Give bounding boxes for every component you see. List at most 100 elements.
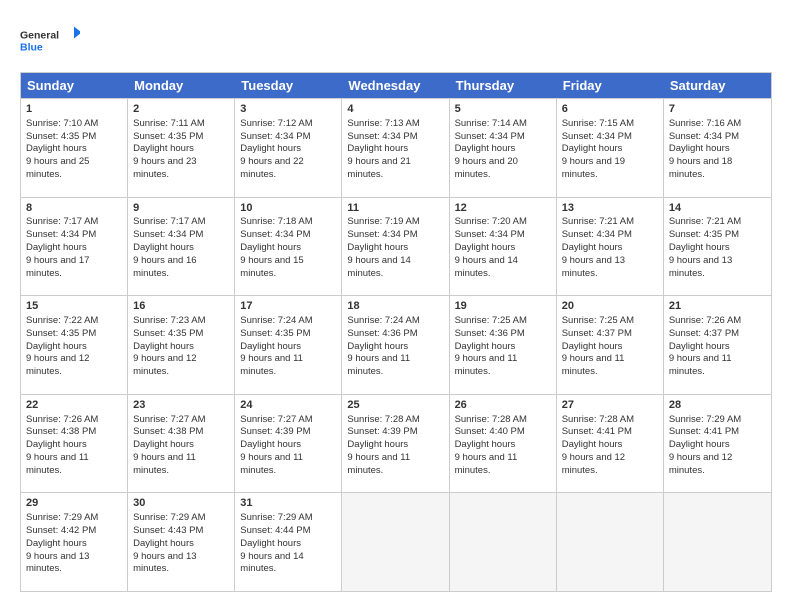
sunrise-label: Sunrise: 7:19 AM — [347, 216, 419, 227]
daylight-label: Daylight hours — [669, 439, 730, 450]
daylight-value: 9 hours and 13 minutes. — [562, 255, 625, 279]
sunrise-label: Sunrise: 7:28 AM — [455, 414, 527, 425]
daylight-value: 9 hours and 14 minutes. — [240, 551, 303, 575]
daylight-value: 9 hours and 11 minutes. — [133, 452, 196, 476]
table-row — [450, 493, 557, 591]
sunrise-label: Sunrise: 7:26 AM — [669, 315, 741, 326]
daylight-label: Daylight hours — [669, 341, 730, 352]
daylight-label: Daylight hours — [455, 143, 516, 154]
daylight-value: 9 hours and 19 minutes. — [562, 156, 625, 180]
daylight-label: Daylight hours — [240, 143, 301, 154]
sunset-label: Sunset: 4:38 PM — [133, 426, 203, 437]
daylight-value: 9 hours and 12 minutes. — [133, 353, 196, 377]
sunset-label: Sunset: 4:34 PM — [26, 229, 96, 240]
sunrise-label: Sunrise: 7:11 AM — [133, 118, 205, 129]
week-row-2: 8 Sunrise: 7:17 AM Sunset: 4:34 PM Dayli… — [21, 197, 771, 296]
daylight-value: 9 hours and 15 minutes. — [240, 255, 303, 279]
day-number: 17 — [240, 299, 336, 314]
sunrise-label: Sunrise: 7:10 AM — [26, 118, 98, 129]
daylight-label: Daylight hours — [133, 143, 194, 154]
table-row: 9 Sunrise: 7:17 AM Sunset: 4:34 PM Dayli… — [128, 198, 235, 296]
sunset-label: Sunset: 4:35 PM — [669, 229, 739, 240]
day-number: 7 — [669, 102, 766, 117]
daylight-value: 9 hours and 14 minutes. — [347, 255, 410, 279]
header-day-thursday: Thursday — [450, 73, 557, 98]
sunrise-label: Sunrise: 7:13 AM — [347, 118, 419, 129]
table-row: 7 Sunrise: 7:16 AM Sunset: 4:34 PM Dayli… — [664, 99, 771, 197]
table-row: 20 Sunrise: 7:25 AM Sunset: 4:37 PM Dayl… — [557, 296, 664, 394]
daylight-value: 9 hours and 21 minutes. — [347, 156, 410, 180]
table-row: 22 Sunrise: 7:26 AM Sunset: 4:38 PM Dayl… — [21, 395, 128, 493]
daylight-value: 9 hours and 13 minutes. — [133, 551, 196, 575]
header-day-sunday: Sunday — [21, 73, 128, 98]
sunset-label: Sunset: 4:34 PM — [347, 131, 417, 142]
sunset-label: Sunset: 4:43 PM — [133, 525, 203, 536]
sunrise-label: Sunrise: 7:29 AM — [133, 512, 205, 523]
day-number: 4 — [347, 102, 443, 117]
day-number: 22 — [26, 398, 122, 413]
day-number: 24 — [240, 398, 336, 413]
sunset-label: Sunset: 4:34 PM — [455, 131, 525, 142]
daylight-value: 9 hours and 23 minutes. — [133, 156, 196, 180]
daylight-value: 9 hours and 11 minutes. — [347, 353, 410, 377]
daylight-label: Daylight hours — [669, 242, 730, 253]
day-number: 2 — [133, 102, 229, 117]
sunset-label: Sunset: 4:35 PM — [26, 131, 96, 142]
table-row: 10 Sunrise: 7:18 AM Sunset: 4:34 PM Dayl… — [235, 198, 342, 296]
day-number: 14 — [669, 201, 766, 216]
day-number: 28 — [669, 398, 766, 413]
daylight-value: 9 hours and 11 minutes. — [669, 353, 732, 377]
sunset-label: Sunset: 4:34 PM — [669, 131, 739, 142]
day-number: 11 — [347, 201, 443, 216]
sunrise-label: Sunrise: 7:26 AM — [26, 414, 98, 425]
sunrise-label: Sunrise: 7:25 AM — [562, 315, 634, 326]
daylight-value: 9 hours and 20 minutes. — [455, 156, 518, 180]
sunrise-label: Sunrise: 7:28 AM — [347, 414, 419, 425]
sunrise-label: Sunrise: 7:24 AM — [240, 315, 312, 326]
sunset-label: Sunset: 4:34 PM — [562, 131, 632, 142]
table-row: 25 Sunrise: 7:28 AM Sunset: 4:39 PM Dayl… — [342, 395, 449, 493]
daylight-label: Daylight hours — [240, 341, 301, 352]
sunrise-label: Sunrise: 7:21 AM — [562, 216, 634, 227]
sunset-label: Sunset: 4:35 PM — [133, 131, 203, 142]
sunrise-label: Sunrise: 7:14 AM — [455, 118, 527, 129]
table-row: 27 Sunrise: 7:28 AM Sunset: 4:41 PM Dayl… — [557, 395, 664, 493]
daylight-value: 9 hours and 13 minutes. — [26, 551, 89, 575]
table-row — [557, 493, 664, 591]
day-number: 13 — [562, 201, 658, 216]
sunrise-label: Sunrise: 7:27 AM — [240, 414, 312, 425]
day-number: 12 — [455, 201, 551, 216]
week-row-5: 29 Sunrise: 7:29 AM Sunset: 4:42 PM Dayl… — [21, 492, 771, 591]
table-row: 31 Sunrise: 7:29 AM Sunset: 4:44 PM Dayl… — [235, 493, 342, 591]
day-number: 21 — [669, 299, 766, 314]
daylight-value: 9 hours and 14 minutes. — [455, 255, 518, 279]
header: General Blue — [20, 20, 772, 60]
daylight-label: Daylight hours — [562, 143, 623, 154]
table-row: 12 Sunrise: 7:20 AM Sunset: 4:34 PM Dayl… — [450, 198, 557, 296]
daylight-label: Daylight hours — [133, 538, 194, 549]
table-row — [342, 493, 449, 591]
sunset-label: Sunset: 4:39 PM — [240, 426, 310, 437]
sunset-label: Sunset: 4:34 PM — [455, 229, 525, 240]
sunset-label: Sunset: 4:34 PM — [240, 131, 310, 142]
daylight-label: Daylight hours — [347, 341, 408, 352]
daylight-value: 9 hours and 11 minutes. — [240, 452, 303, 476]
daylight-label: Daylight hours — [455, 242, 516, 253]
daylight-value: 9 hours and 25 minutes. — [26, 156, 89, 180]
daylight-value: 9 hours and 12 minutes. — [562, 452, 625, 476]
sunset-label: Sunset: 4:42 PM — [26, 525, 96, 536]
sunrise-label: Sunrise: 7:28 AM — [562, 414, 634, 425]
calendar-body: 1 Sunrise: 7:10 AM Sunset: 4:35 PM Dayli… — [21, 98, 771, 591]
header-day-wednesday: Wednesday — [342, 73, 449, 98]
table-row: 8 Sunrise: 7:17 AM Sunset: 4:34 PM Dayli… — [21, 198, 128, 296]
header-day-tuesday: Tuesday — [235, 73, 342, 98]
sunrise-label: Sunrise: 7:22 AM — [26, 315, 98, 326]
daylight-label: Daylight hours — [133, 341, 194, 352]
week-row-3: 15 Sunrise: 7:22 AM Sunset: 4:35 PM Dayl… — [21, 295, 771, 394]
sunset-label: Sunset: 4:38 PM — [26, 426, 96, 437]
daylight-value: 9 hours and 17 minutes. — [26, 255, 89, 279]
daylight-value: 9 hours and 12 minutes. — [669, 452, 732, 476]
header-day-friday: Friday — [557, 73, 664, 98]
sunset-label: Sunset: 4:34 PM — [347, 229, 417, 240]
daylight-value: 9 hours and 22 minutes. — [240, 156, 303, 180]
